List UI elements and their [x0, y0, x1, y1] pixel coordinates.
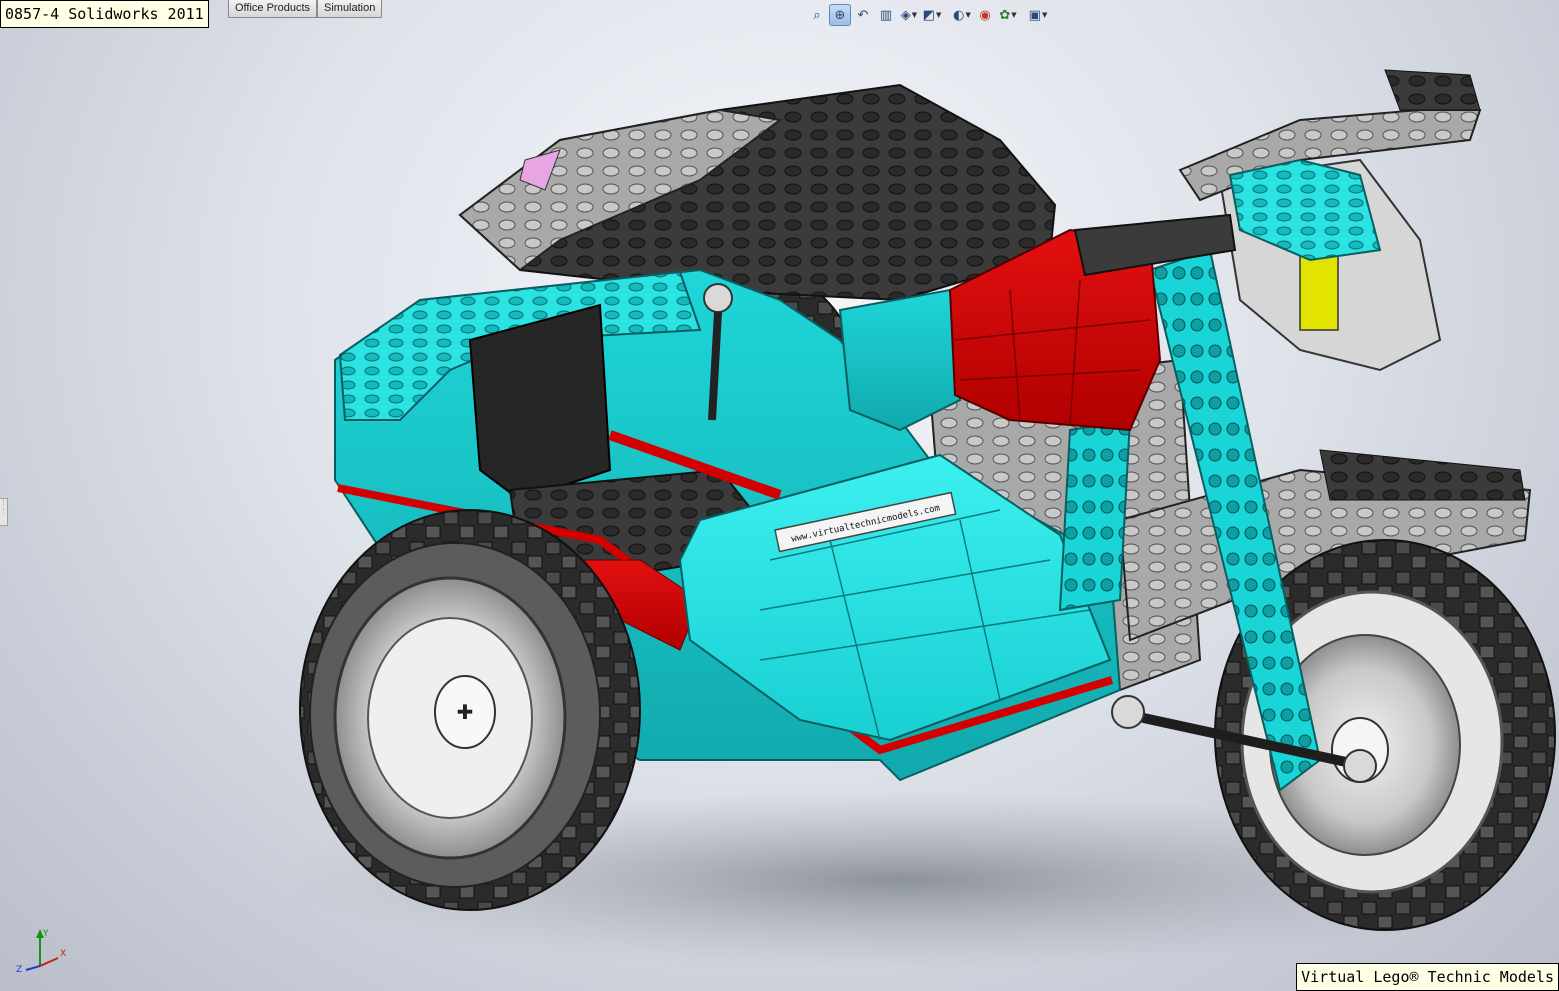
triad-y-label: Y: [42, 929, 49, 939]
feature-manager-collapse-handle[interactable]: ⋮ ⋮: [0, 498, 8, 526]
axle-cross-icon: ✚: [457, 700, 474, 724]
zoom-to-fit-icon[interactable]: ⌕: [806, 4, 828, 26]
sidecar-motorcycle-model[interactable]: www.virtualtechnicmodels.com ✚: [0, 0, 1559, 991]
previous-view-icon[interactable]: ↶: [852, 4, 874, 26]
view-settings-icon[interactable]: ▣ ▼: [1027, 4, 1049, 26]
chevron-down-icon: ▼: [1011, 11, 1017, 19]
apply-scene-icon[interactable]: ✿ ▼: [997, 4, 1019, 26]
tab-simulation[interactable]: Simulation: [317, 0, 383, 18]
reference-triad: Y Z X: [16, 929, 66, 974]
command-manager-tabs: Office Products Simulation: [228, 0, 383, 18]
zoom-to-area-icon[interactable]: ⊕: [829, 4, 851, 26]
watermark-label: Virtual Lego® Technic Models: [1296, 963, 1559, 991]
triad-z-label: Z: [16, 965, 22, 974]
triad-x-label: X: [60, 949, 66, 959]
view-orientation-icon[interactable]: ◈ ▼: [898, 4, 920, 26]
display-style-icon[interactable]: ◩ ▼: [921, 4, 943, 26]
chevron-down-icon: ▼: [911, 11, 918, 19]
model-title-label: 0857-4 Solidworks 2011: [0, 0, 209, 28]
chevron-down-icon: ▼: [1041, 11, 1048, 19]
chevron-down-icon: ▼: [935, 11, 942, 19]
heads-up-view-toolbar: ⌕ ⊕ ↶ ▥ ◈ ▼ ◩ ▼ ◐ ▼ ◉ ✿ ▼ ▣ ▼: [806, 3, 1049, 27]
tab-office-products[interactable]: Office Products: [228, 0, 317, 18]
graphics-area[interactable]: 0857-4 Solidworks 2011 Office Products S…: [0, 0, 1559, 991]
chevron-down-icon: ▼: [965, 11, 971, 19]
edit-appearance-icon[interactable]: ◉: [974, 4, 996, 26]
section-view-icon[interactable]: ▥: [875, 4, 897, 26]
hide-show-items-icon[interactable]: ◐ ▼: [951, 4, 973, 26]
